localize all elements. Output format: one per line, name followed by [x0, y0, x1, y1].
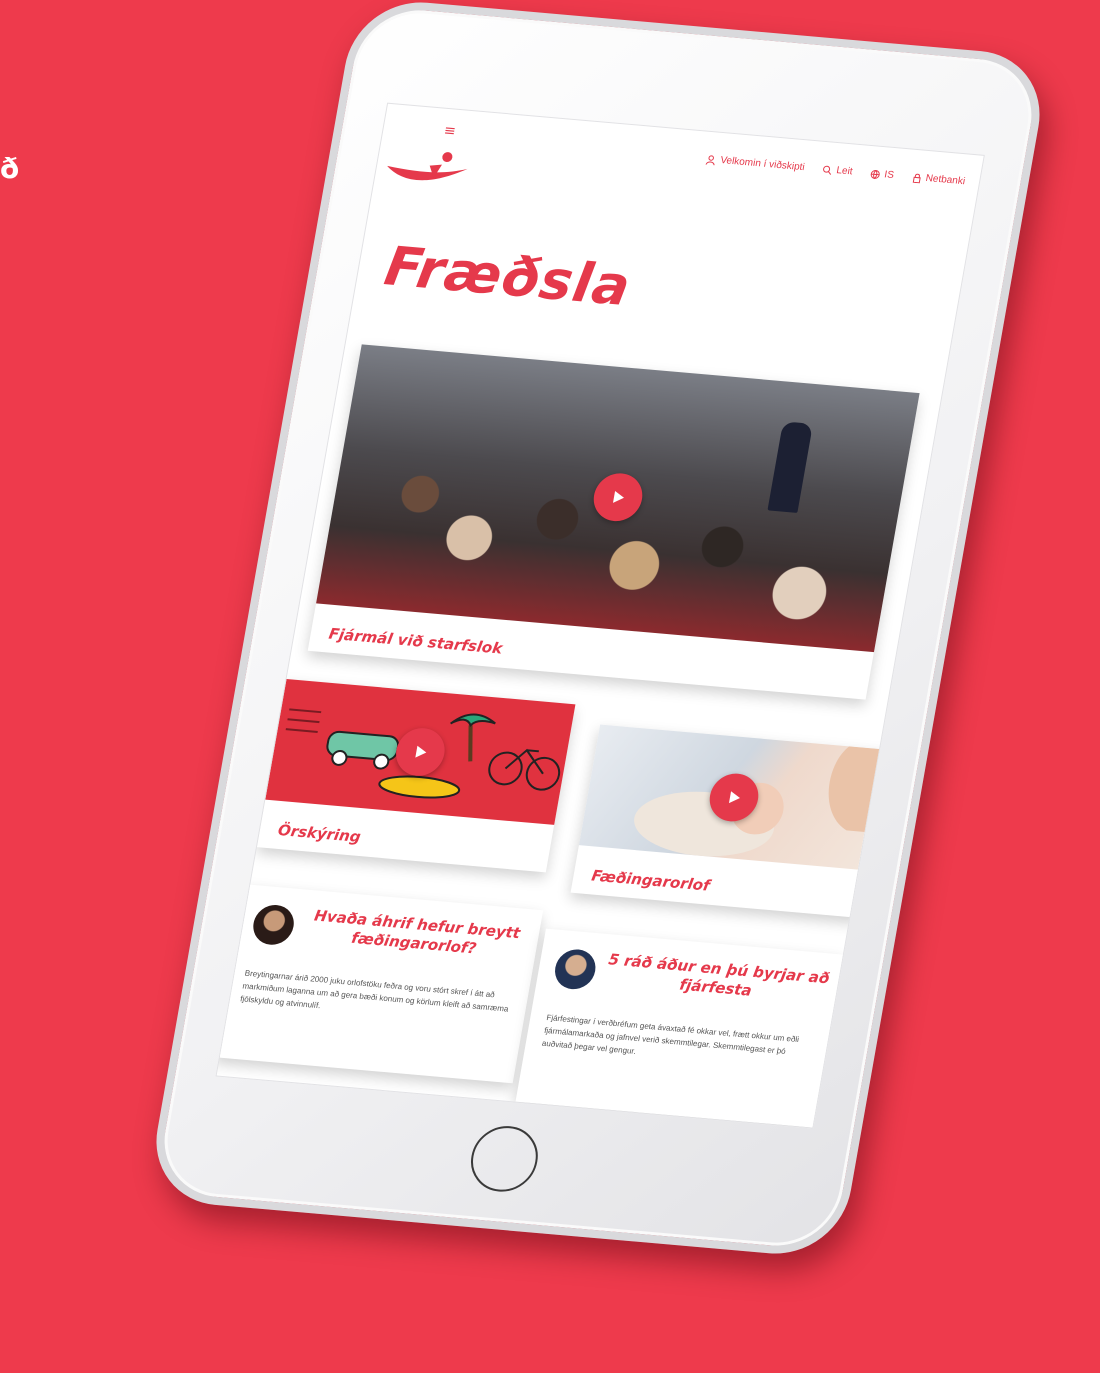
search-icon [823, 165, 832, 175]
top-nav: Velkomin í viðskipti Leit IS Netbanki [705, 154, 966, 188]
article-card[interactable]: 5 ráð áður en þú byrjar að fjárfesta Fjá… [515, 928, 845, 1128]
nav-language[interactable]: IS [869, 168, 895, 181]
play-triangle-icon [415, 745, 427, 758]
parental-leave-video-card[interactable]: Fæðingarorlof [570, 724, 890, 918]
article-title[interactable]: 5 ráð áður en þú byrjar að fjárfesta [602, 950, 832, 1007]
globe-icon [870, 169, 880, 179]
nav-welcome[interactable]: Velkomin í viðskipti [705, 154, 805, 173]
home-button[interactable] [465, 1123, 544, 1195]
article-excerpt: Fjárfestingar í verðbréfum geta ávaxtað … [541, 1013, 800, 1056]
nav-search-label: Leit [835, 165, 854, 178]
explainer-card-label: Örskýring [276, 820, 363, 847]
explainer-video-card[interactable]: Örskýring [256, 679, 576, 873]
hamburger-icon[interactable]: ≡ [443, 123, 457, 140]
page-title: Fræðsla [380, 234, 636, 319]
author-avatar [250, 903, 297, 947]
parental-leave-card-label: Fæðingarorlof [590, 866, 712, 895]
article-title[interactable]: Hvaða áhrif hefur breytt fæðingarorlof? [301, 906, 531, 963]
edge-text-fragment: ð [0, 152, 20, 185]
play-triangle-icon [728, 791, 740, 804]
article-excerpt: Breytingarnar árið 2000 juku orlofstöku … [239, 968, 510, 1014]
play-triangle-icon [612, 490, 624, 503]
nav-netbank-label: Netbanki [924, 172, 966, 188]
nav-netbank[interactable]: Netbanki [911, 172, 966, 188]
author-avatar [551, 947, 599, 991]
tablet-screen: ≡ Velkomin í viðskipti Leit IS Netbanki [215, 102, 985, 1129]
nav-welcome-label: Velkomin í viðskipti [719, 154, 806, 174]
brand-logo[interactable] [379, 140, 483, 198]
hero-video-card[interactable]: Fjármál við starfslok [307, 344, 920, 700]
nav-search[interactable]: Leit [822, 164, 854, 178]
hero-card-label: Fjármál við starfslok [327, 624, 504, 658]
article-card[interactable]: Hvaða áhrif hefur breytt fæðingarorlof? … [215, 884, 544, 1084]
tablet-device: ≡ Velkomin í viðskipti Leit IS Netbanki [145, 0, 1051, 1260]
lock-icon [912, 173, 921, 183]
user-icon [706, 154, 716, 165]
nav-language-label: IS [883, 169, 895, 181]
